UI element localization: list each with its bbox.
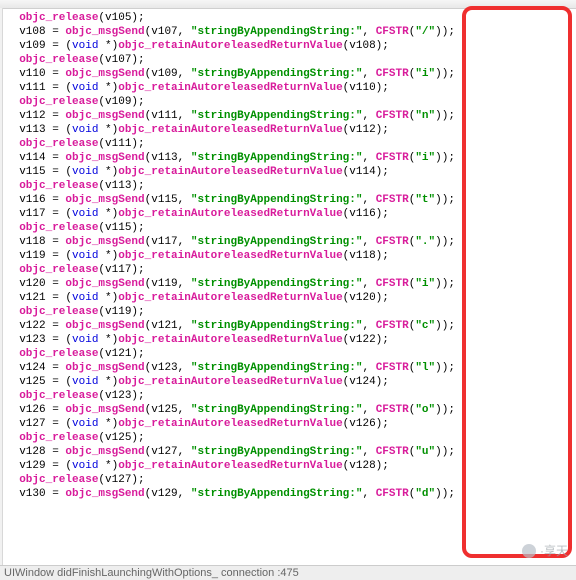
- window-top-divider: [0, 0, 576, 9]
- status-bar: UIWindow didFinishLaunchingWithOptions_ …: [0, 565, 576, 580]
- decompiler-code-view[interactable]: objc_release(v105); v108 = objc_msgSend(…: [0, 9, 576, 567]
- status-text: UIWindow didFinishLaunchingWithOptions_ …: [4, 567, 299, 579]
- left-gutter: [0, 8, 3, 566]
